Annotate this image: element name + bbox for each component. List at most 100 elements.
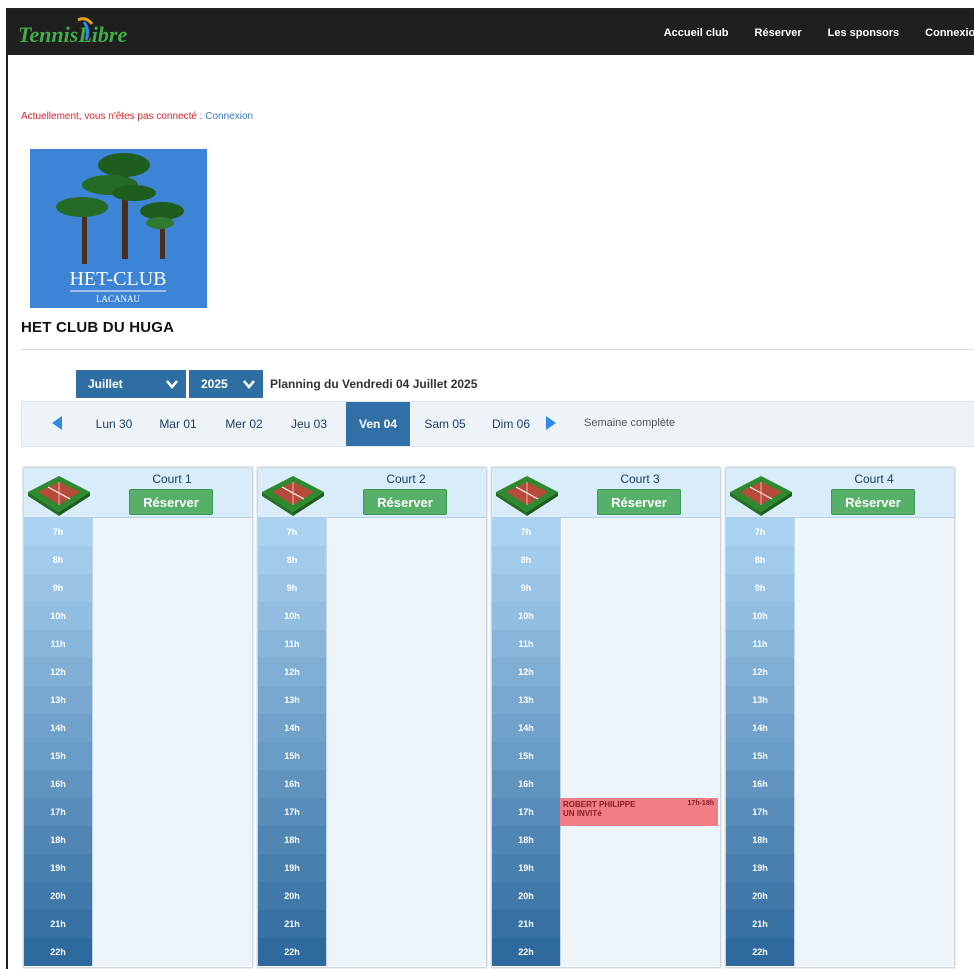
empty-slot[interactable] [560,630,720,658]
empty-slot[interactable] [326,770,486,798]
empty-slot[interactable] [92,602,252,630]
hour-label: 21h [726,910,794,938]
empty-slot[interactable] [560,742,720,770]
empty-slot[interactable] [560,826,720,854]
empty-slot[interactable] [794,770,954,798]
empty-slot[interactable] [560,602,720,630]
empty-slot[interactable] [560,854,720,882]
empty-slot[interactable] [92,686,252,714]
empty-slot[interactable] [794,854,954,882]
tennis-court-icon [730,476,792,516]
hour-row: 9h [726,574,954,602]
hour-grid: 7h 8h 9h 10h 11h 12h 13h 14h 15h 16h 17h ROBERT PHI… [492,518,720,966]
empty-slot[interactable] [326,910,486,938]
day-tab[interactable]: Lun 30 [88,402,140,446]
empty-slot[interactable] [326,518,486,546]
empty-slot[interactable] [560,546,720,574]
empty-slot[interactable] [92,770,252,798]
empty-slot[interactable] [794,574,954,602]
empty-slot[interactable] [794,630,954,658]
full-week-link[interactable]: Semaine complète [584,417,675,429]
previous-week-arrow-icon[interactable] [52,416,62,430]
empty-slot[interactable] [92,742,252,770]
empty-slot[interactable] [794,602,954,630]
empty-slot[interactable] [326,686,486,714]
login-link[interactable]: Connexion [205,111,253,122]
empty-slot[interactable] [326,602,486,630]
empty-slot[interactable] [560,714,720,742]
day-tab[interactable]: Sam 05 [419,402,471,446]
empty-slot[interactable] [560,658,720,686]
empty-slot[interactable] [326,546,486,574]
reserve-button[interactable]: Réserver [831,489,915,515]
empty-slot[interactable] [326,826,486,854]
month-select[interactable]: Juillet [76,370,186,398]
empty-slot[interactable] [326,938,486,966]
empty-slot[interactable] [794,658,954,686]
empty-slot[interactable] [92,882,252,910]
nav-reserver[interactable]: Réserver [755,27,802,39]
empty-slot[interactable] [560,574,720,602]
nav-connexion[interactable]: Connexion [925,27,974,39]
empty-slot[interactable] [794,546,954,574]
empty-slot[interactable] [92,658,252,686]
hour-row: 10h [726,602,954,630]
browser-page: TennisLibre Accueil club Réserver Les sp… [6,8,974,969]
day-tab[interactable]: Mar 01 [152,402,204,446]
empty-slot[interactable] [794,798,954,826]
empty-slot[interactable] [326,574,486,602]
empty-slot[interactable] [794,910,954,938]
day-tab[interactable]: Jeu 03 [283,402,335,446]
tennislibre-logo[interactable]: TennisLibre [16,16,146,50]
empty-slot[interactable] [92,938,252,966]
year-select[interactable]: 2025 [189,370,263,398]
empty-slot[interactable] [92,826,252,854]
empty-slot[interactable] [92,546,252,574]
empty-slot[interactable] [326,798,486,826]
empty-slot[interactable] [92,574,252,602]
empty-slot[interactable] [92,798,252,826]
reserve-button[interactable]: Réserver [129,489,213,515]
day-tab[interactable]: Dim 06 [485,402,537,446]
hour-label: 18h [492,826,560,854]
court-panel: Court 2 Réserver 7h 8h 9h 10h 11h 12h 13h 14h 15h 1… [258,468,486,967]
empty-slot[interactable] [794,686,954,714]
empty-slot[interactable] [560,938,720,966]
empty-slot[interactable] [794,742,954,770]
hour-row: 9h [258,574,486,602]
hour-label: 7h [726,518,794,546]
reserve-button[interactable]: Réserver [363,489,447,515]
empty-slot[interactable] [560,518,720,546]
divider [21,349,974,350]
nav-sponsors[interactable]: Les sponsors [828,27,900,39]
booking-slot[interactable]: ROBERT PHILIPPE UN INVITé 17h-18h [560,798,718,826]
empty-slot[interactable] [560,686,720,714]
reserve-button[interactable]: Réserver [597,489,681,515]
empty-slot[interactable] [794,826,954,854]
empty-slot[interactable] [326,854,486,882]
empty-slot[interactable] [92,854,252,882]
empty-slot[interactable] [560,882,720,910]
empty-slot[interactable] [794,938,954,966]
empty-slot[interactable] [326,658,486,686]
empty-slot[interactable] [92,714,252,742]
hour-label: 10h [492,602,560,630]
empty-slot[interactable] [560,770,720,798]
empty-slot[interactable] [794,714,954,742]
empty-slot[interactable] [794,882,954,910]
empty-slot[interactable] [326,882,486,910]
day-tab-active[interactable]: Ven 04 [346,402,410,446]
empty-slot[interactable] [794,518,954,546]
day-tab[interactable]: Mer 02 [218,402,270,446]
empty-slot[interactable] [92,910,252,938]
empty-slot[interactable] [326,742,486,770]
empty-slot[interactable] [326,630,486,658]
empty-slot[interactable] [326,714,486,742]
nav-accueil-club[interactable]: Accueil club [664,27,729,39]
hour-label: 12h [726,658,794,686]
empty-slot[interactable] [92,518,252,546]
empty-slot[interactable] [560,910,720,938]
empty-slot[interactable] [92,630,252,658]
next-week-arrow-icon[interactable] [546,416,556,430]
hour-row: 19h [492,854,720,882]
